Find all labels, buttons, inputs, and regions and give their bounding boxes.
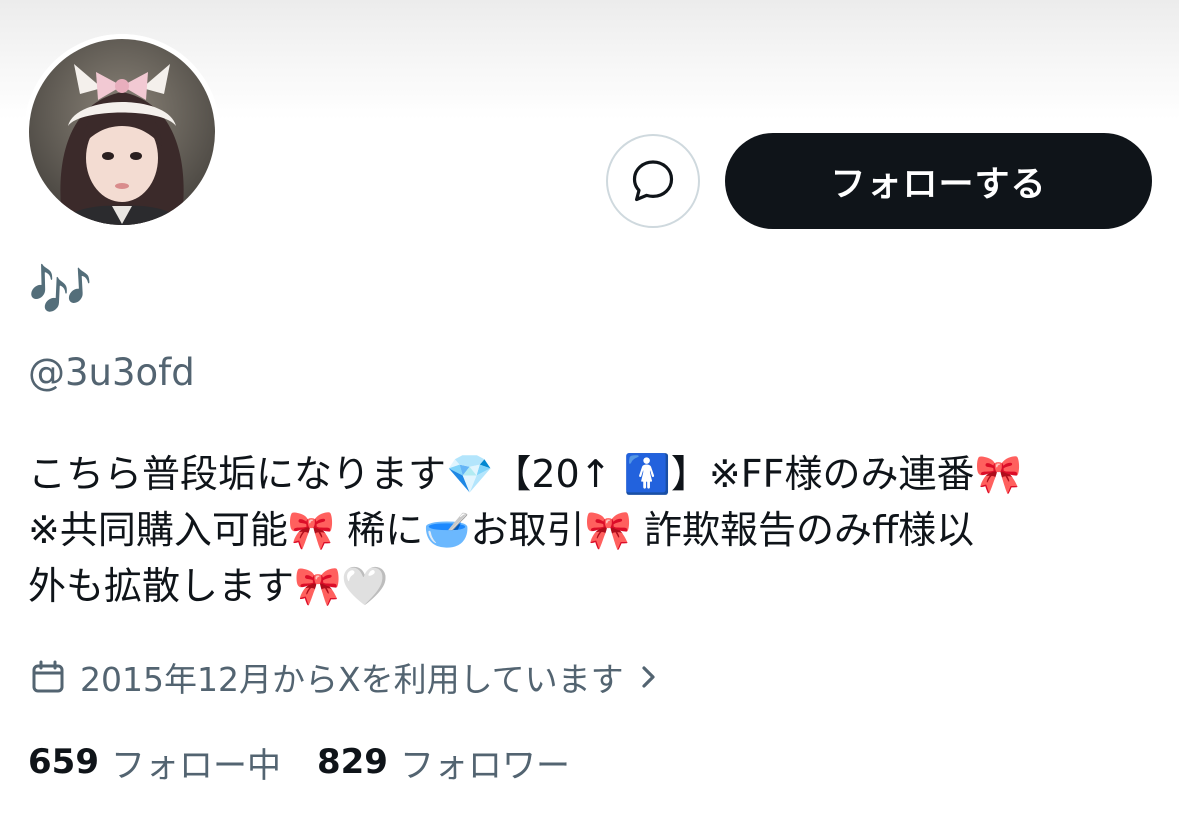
message-button[interactable] (606, 134, 700, 228)
bio-line: ※共同購入可能🎀 稀に🥣お取引🎀 詐欺報告のみff様以 (28, 508, 975, 552)
followers-label: フォロワー (399, 745, 570, 786)
message-bubble-icon (632, 160, 674, 202)
avatar-photo (24, 34, 220, 230)
chevron-right-icon (638, 663, 660, 691)
joined-date[interactable]: 2015年12月からXを利用しています (30, 652, 660, 702)
follow-button-label: フォローする (830, 164, 1047, 205)
follow-button[interactable]: フォローする (725, 133, 1152, 229)
calendar-icon (30, 659, 66, 695)
handle: @3u3ofd (28, 351, 195, 394)
following-link[interactable]: 659 フォロー中 (28, 738, 281, 787)
bio: こちら普段垢になります💎【20↑ 🚺】※FF様のみ連番🎀 ※共同購入可能🎀 稀に… (28, 446, 1158, 614)
joined-date-text: 2015年12月からXを利用しています (80, 660, 624, 699)
bio-line: こちら普段垢になります💎【20↑ 🚺】※FF様のみ連番🎀 (28, 452, 1022, 496)
avatar[interactable] (24, 34, 220, 230)
follow-stats: 659 フォロー中 829 フォロワー (28, 736, 570, 788)
bio-line: 外も拡散します🎀🤍 (28, 564, 389, 608)
followers-count: 829 (316, 742, 388, 782)
followers-link[interactable]: 829 フォロワー (317, 738, 570, 787)
display-name: 🎶 (28, 261, 93, 321)
following-count: 659 (28, 742, 99, 782)
following-label: フォロー中 (110, 745, 281, 786)
